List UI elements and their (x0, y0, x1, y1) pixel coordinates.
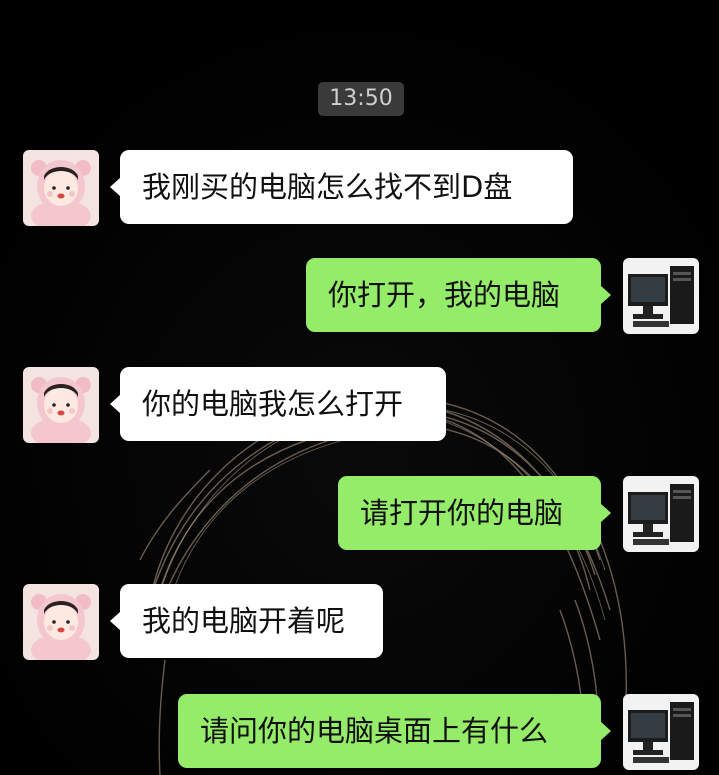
computer-avatar[interactable] (623, 258, 699, 334)
message-bubble-outgoing[interactable]: 请问你的电脑桌面上有什么 (178, 694, 601, 768)
computer-avatar-icon (623, 258, 699, 334)
girl-avatar-icon (23, 367, 99, 443)
message-bubble-incoming[interactable]: 你的电脑我怎么打开 (120, 367, 446, 441)
timestamp: 13:50 (318, 82, 404, 116)
bubble-tail (600, 721, 611, 741)
message-bubble-outgoing[interactable]: 你打开，我的电脑 (306, 258, 601, 332)
girl-avatar[interactable] (23, 584, 99, 660)
computer-avatar[interactable] (623, 694, 699, 770)
girl-avatar[interactable] (23, 150, 99, 226)
girl-avatar[interactable] (23, 367, 99, 443)
computer-avatar-icon (623, 694, 699, 770)
computer-avatar-icon (623, 476, 699, 552)
bubble-tail (600, 503, 611, 523)
message-bubble-incoming[interactable]: 我的电脑开着呢 (120, 584, 383, 658)
girl-avatar-icon (23, 150, 99, 226)
computer-avatar[interactable] (623, 476, 699, 552)
girl-avatar-icon (23, 584, 99, 660)
message-bubble-incoming[interactable]: 我刚买的电脑怎么找不到D盘 (120, 150, 573, 224)
message-bubble-outgoing[interactable]: 请打开你的电脑 (338, 476, 601, 550)
bubble-tail (600, 285, 611, 305)
